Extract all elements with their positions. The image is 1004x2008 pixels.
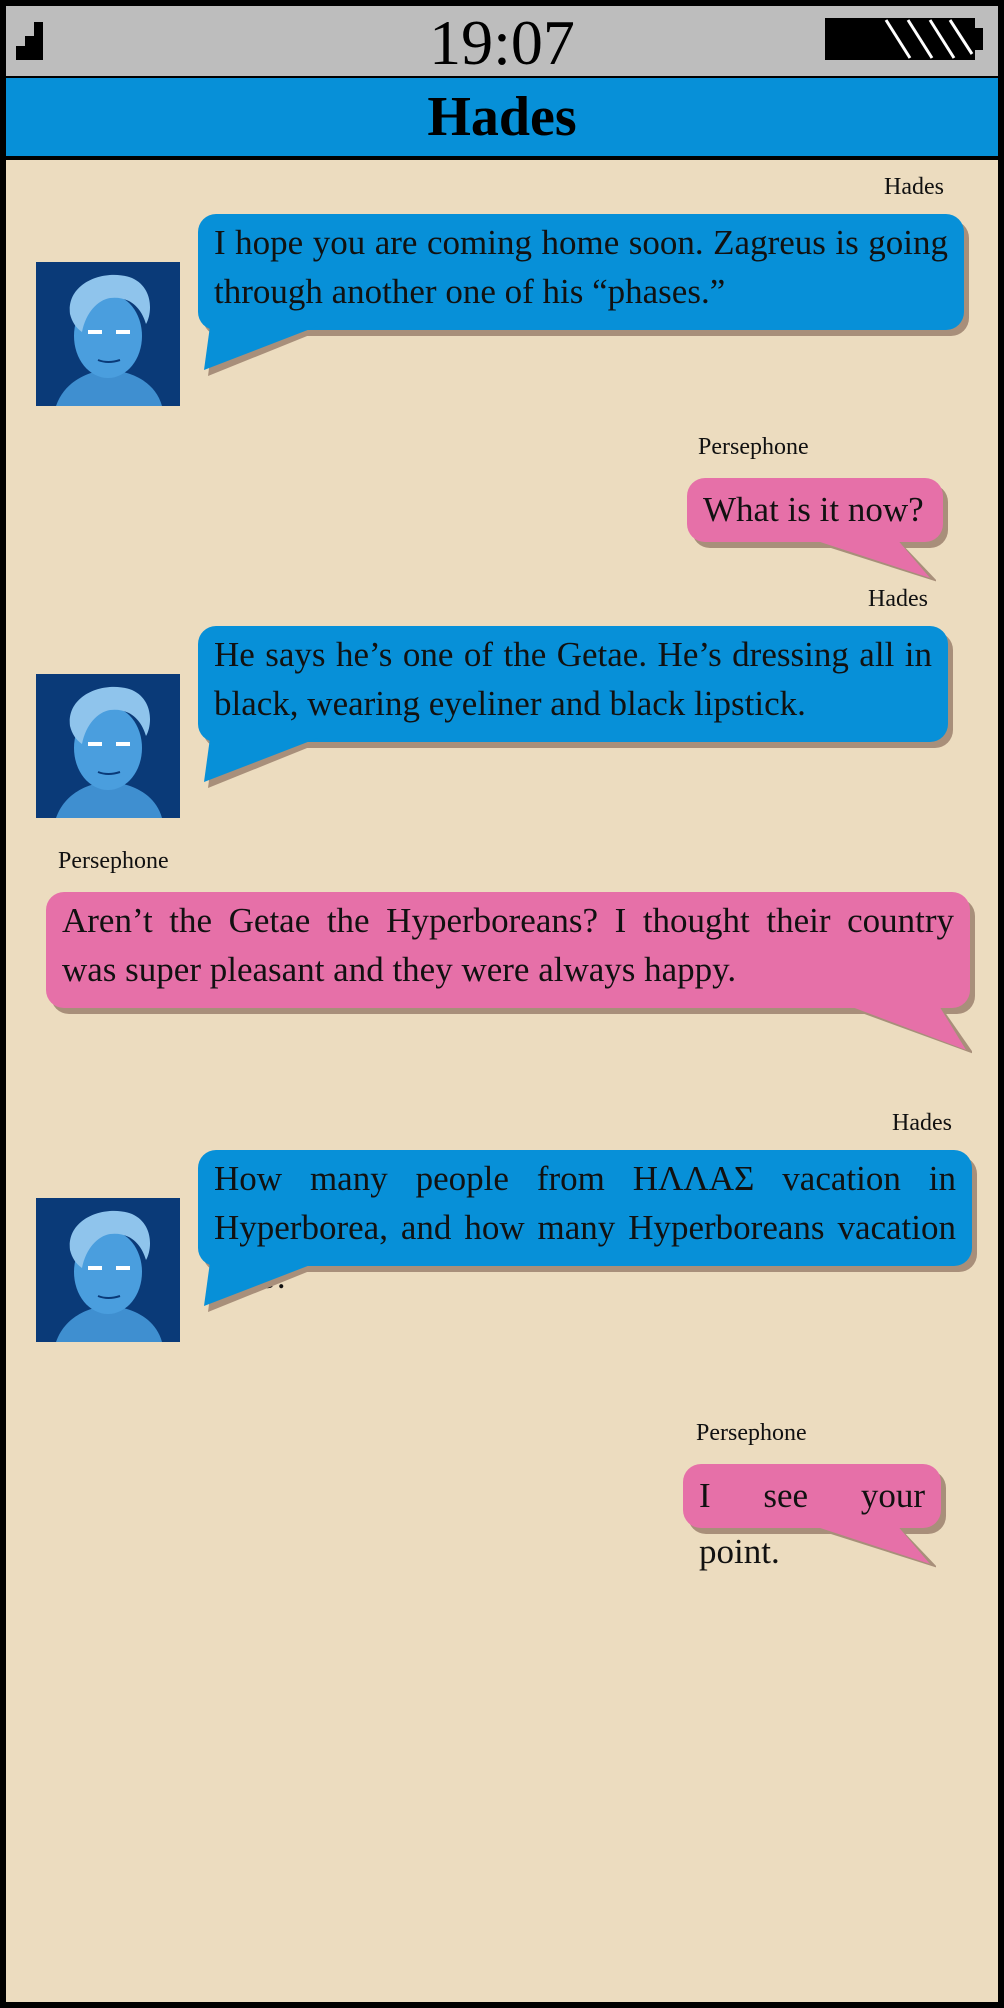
message-bubble-outgoing[interactable]: What is it now? <box>687 478 943 542</box>
sender-name: Persephone <box>698 434 809 460</box>
conversation-title: Hades <box>427 86 577 148</box>
sender-name: Persephone <box>58 848 169 874</box>
message-text: Aren’t the Getae the Hyperboreans? I tho… <box>62 901 954 989</box>
message-text: I hope you are coming home soon. Zagreus… <box>214 223 948 311</box>
avatar <box>36 262 180 406</box>
bubble-tail <box>808 1524 936 1568</box>
avatar <box>36 1198 180 1342</box>
message-text: How many people from ΗΛΛΑΣ vacation in H… <box>214 1159 956 1296</box>
sender-name: Hades <box>868 586 928 612</box>
message-bubble-incoming[interactable]: I hope you are coming home soon. Zagreus… <box>198 214 964 330</box>
avatar <box>36 674 180 818</box>
message-bubble-outgoing[interactable]: I see your point. <box>683 1464 941 1571</box>
status-bar: 19:07 <box>6 6 998 78</box>
battery-icon <box>825 18 983 60</box>
bubble-tail <box>204 738 322 788</box>
bubble-tail <box>844 1004 972 1054</box>
bubble-tail <box>204 1262 322 1312</box>
sender-name: Persephone <box>696 1420 807 1446</box>
hades-avatar-icon <box>36 262 180 406</box>
message-bubble-outgoing[interactable]: Aren’t the Getae the Hyperboreans? I tho… <box>46 892 970 1008</box>
conversation-header: Hades <box>6 76 998 160</box>
bubble-tail <box>808 538 936 582</box>
message-bubble-incoming[interactable]: He says he’s one of the Getae. He’s dres… <box>198 626 948 742</box>
phone-screen: 19:07 Hades Hades I hope you are coming … <box>6 6 998 2002</box>
hades-avatar-icon <box>36 1198 180 1342</box>
sender-name: Hades <box>884 174 944 200</box>
hades-avatar-icon <box>36 674 180 818</box>
bubble-tail <box>204 326 322 376</box>
message-text: What is it now? <box>703 490 924 529</box>
message-text: He says he’s one of the Getae. He’s dres… <box>214 635 932 723</box>
message-bubble-incoming[interactable]: How many people from ΗΛΛΑΣ vacation in H… <box>198 1150 972 1296</box>
sender-name: Hades <box>892 1110 952 1136</box>
